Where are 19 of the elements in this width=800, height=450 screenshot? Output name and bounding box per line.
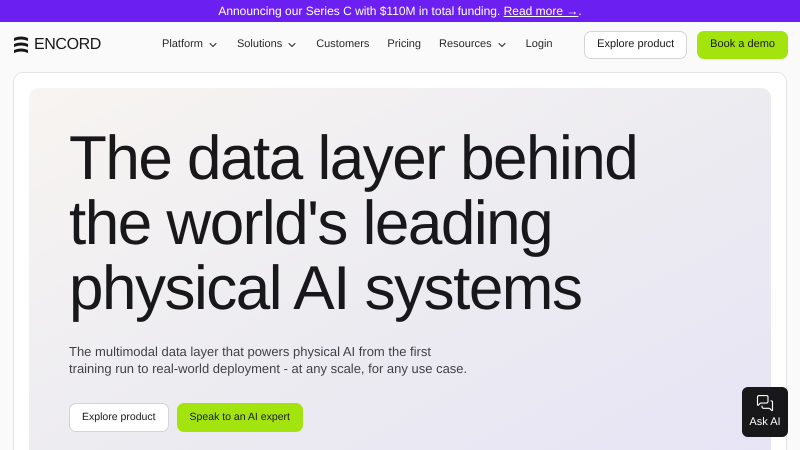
explore-product-button[interactable]: Explore product bbox=[69, 403, 169, 432]
nav-link[interactable]: Customers bbox=[316, 36, 370, 53]
nav-link[interactable]: Solutions bbox=[236, 36, 298, 53]
hero-heading: The data layer behind the world's leading physical AI systems bbox=[69, 126, 638, 321]
speak-to-expert-button[interactable]: Speak to an AI expert bbox=[176, 403, 303, 432]
announcement-period: . bbox=[578, 3, 582, 20]
chat-bubbles-icon bbox=[756, 394, 774, 412]
ask-ai-button[interactable]: Ask AI bbox=[742, 387, 788, 437]
nav-link[interactable]: Login bbox=[526, 36, 553, 53]
logo-icon bbox=[12, 34, 30, 54]
announcement-text: Announcing our Series C with $110M in total funding. bbox=[218, 3, 502, 20]
book-demo-button[interactable]: Book a demo bbox=[697, 30, 788, 58]
logo-wordmark[interactable]: ENCORD bbox=[34, 32, 101, 56]
nav-link[interactable]: Platform bbox=[162, 36, 219, 53]
nav-link[interactable]: Resources bbox=[439, 36, 508, 53]
hero-subtext: The multimodal data layer that powers physical AI from the first training run to real-world deployment - at any scale, for any use case. bbox=[69, 343, 468, 377]
nav-link[interactable]: Pricing bbox=[387, 36, 422, 53]
read-more-link[interactable]: Read more → bbox=[504, 2, 578, 20]
explore-product-button[interactable]: Explore product bbox=[584, 30, 688, 58]
